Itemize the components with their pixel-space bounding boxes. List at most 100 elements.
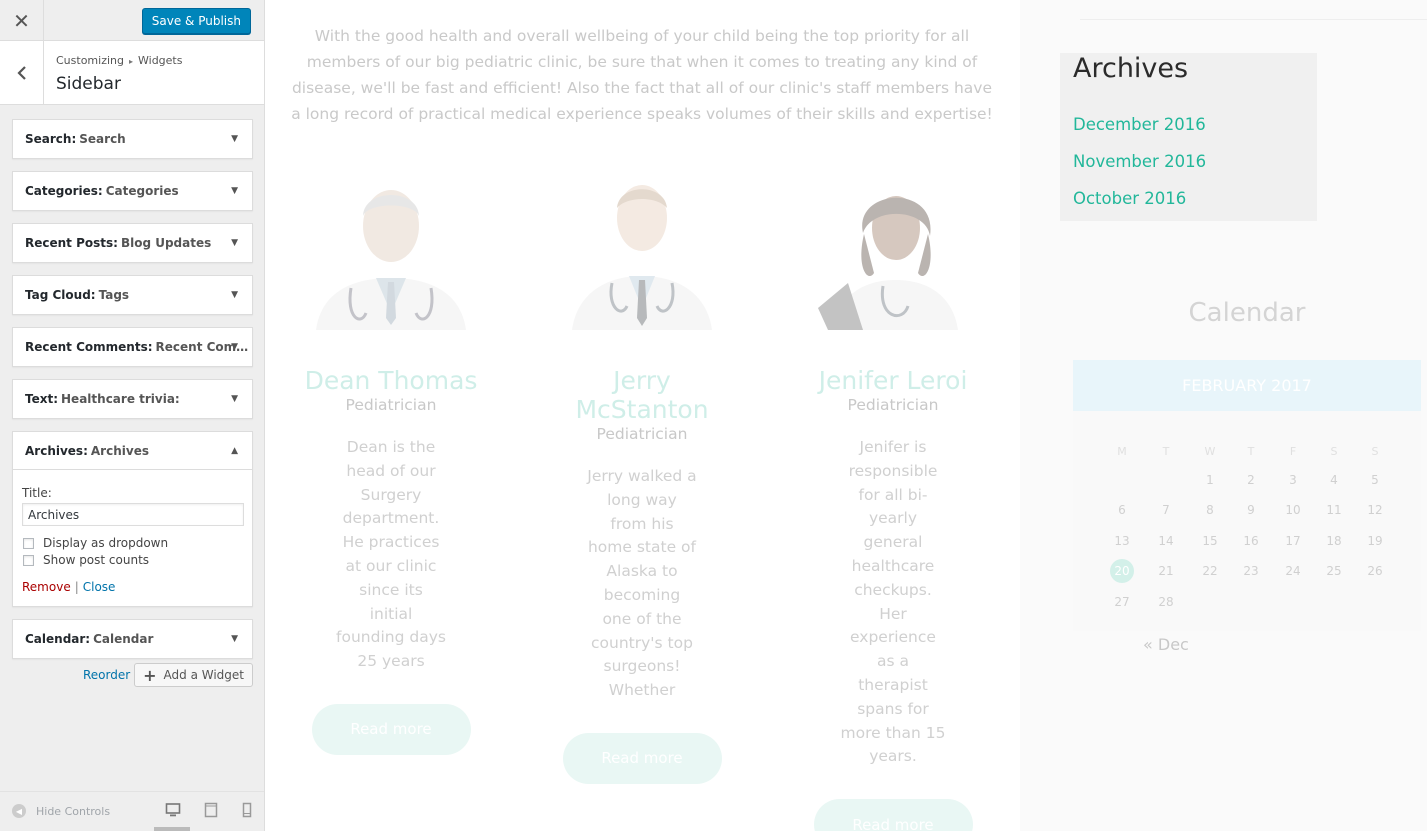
calendar-day: 5 [1371,473,1379,487]
calendar-day: 18 [1326,533,1342,548]
widget-type: Archives: [25,443,88,458]
customizer-panel: ✕ Save & Publish Customizing ▸ Widgets Sid… [0,0,265,831]
hide-controls-button[interactable]: ◀ Hide Controls [12,804,110,818]
calendar-day: 20 [1107,559,1137,584]
mobile-preview-icon[interactable] [239,802,255,818]
calendar-day: 25 [1326,564,1342,579]
weekday-label: M [1117,445,1127,458]
caret-down-icon[interactable]: ▼ [231,290,238,300]
widget-text[interactable]: Text: Healthcare trivia: ▼ [12,379,253,419]
calendar-day: 14 [1158,533,1174,548]
show-post-counts-checkbox[interactable] [23,554,34,566]
weekday-label: T [1162,445,1170,458]
calendar-day: 27 [1114,594,1130,609]
desktop-preview-icon[interactable] [165,802,181,818]
calendar-day: 7 [1162,503,1170,518]
caret-down-icon[interactable]: ▼ [231,186,238,196]
doctor-bio: Jenifer is responsible for all bi-yearly… [840,438,946,766]
caret-down-icon[interactable]: ▼ [231,134,238,144]
doctor-name: Dean Thomas [304,366,478,395]
widget-header[interactable]: Search: Search ▼ [13,120,252,158]
widget-header[interactable]: Archives: Archives ▲ [13,432,252,470]
calendar-day: 10 [1285,503,1301,518]
widget-search[interactable]: Search: Search ▼ [12,119,253,159]
widget-header[interactable]: Tag Cloud: Tags ▼ [13,276,252,314]
calendar-day: 9 [1247,503,1255,518]
chevron-left-icon [16,65,26,80]
calendar-day: 22 [1202,564,1218,579]
widget-type: Recent Posts: [25,236,118,250]
title-input[interactable] [22,503,244,526]
weekday-label: T [1247,445,1255,458]
weekday-label: F [1289,445,1297,458]
add-widget-label: Add a Widget [163,668,244,682]
display-dropdown-checkbox[interactable] [23,537,34,549]
site-preview: With the good health and overall wellbei… [265,0,1427,831]
reorder-link[interactable]: Reorder [83,668,130,682]
widget-tag-cloud[interactable]: Tag Cloud: Tags ▼ [12,275,253,315]
close-icon: ✕ [13,8,30,33]
save-publish-button[interactable]: Save & Publish [141,8,251,34]
read-more-button[interactable]: Read more [311,703,471,755]
add-widget-button[interactable]: + Add a Widget [134,663,253,687]
calendar-day: 1 [1206,473,1214,487]
dropdown-option: Display as dropdown [22,536,243,550]
archive-link[interactable]: November 2016 [1073,152,1206,171]
close-customizer-button[interactable]: ✕ [0,0,44,41]
caret-down-icon[interactable]: ▼ [231,342,238,352]
controls-separator: | [74,580,79,594]
collapse-icon: ◀ [12,804,26,818]
breadcrumb-customizing: Customizing [56,54,124,67]
sidebar-widgets: Archives December 2016 November 2016 Oct… [1020,0,1427,831]
calendar-day: 12 [1367,503,1383,518]
widget-title: Search [79,132,126,146]
calendar-prev-link[interactable]: « Dec [1143,635,1189,654]
calendar-day: 11 [1326,503,1342,518]
widget-title: Categories [105,184,179,198]
widget-title: Healthcare trivia: [61,392,180,406]
tablet-preview-icon[interactable] [203,802,219,818]
doctor-photo [306,178,476,330]
doctor-name: Jerry McStanton [575,366,709,424]
widget-categories[interactable]: Categories: Categories ▼ [12,171,253,211]
widget-header[interactable]: Text: Healthcare trivia: ▼ [13,380,252,418]
close-link[interactable]: Close [83,580,116,594]
caret-down-icon[interactable]: ▼ [231,634,238,644]
doctor-role: Pediatrician [847,396,939,414]
widget-recent-comments[interactable]: Recent Comments: Recent Com… ▼ [12,327,253,367]
remove-link[interactable]: Remove [22,580,71,594]
back-button[interactable] [0,41,44,104]
intro-paragraph: With the good health and overall wellbei… [291,27,993,123]
widget-title: Calendar [93,632,154,646]
widget-header[interactable]: Recent Comments: Recent Com… ▼ [13,328,252,366]
read-more-button[interactable]: Read more [813,799,973,831]
widget-recent-posts[interactable]: Recent Posts: Blog Updates ▼ [12,223,253,263]
widget-type: Categories: [25,184,103,198]
calendar-day: 2 [1247,473,1255,487]
show-post-counts-label: Show post counts [43,553,150,567]
widget-type: Calendar: [25,632,91,646]
calendar-month: FEBRUARY 2017 [1073,360,1421,411]
read-more-button[interactable]: Read more [562,732,722,784]
caret-down-icon[interactable]: ▼ [231,394,238,404]
calendar-day: 19 [1367,533,1383,548]
widget-header[interactable]: Calendar: Calendar ▼ [13,620,252,658]
doctor-bio: Jerry walked a long way from his home st… [587,467,697,700]
breadcrumb: Customizing ▸ Widgets [56,54,182,67]
section-title: Sidebar [56,74,121,94]
customizer-footer: ◀ Hide Controls [0,791,264,831]
doctor-name: Jenifer Leroi [818,366,968,395]
archive-link[interactable]: October 2016 [1073,189,1186,208]
widget-type: Text: [25,392,59,406]
calendar-title: Calendar [1188,298,1306,328]
archive-link[interactable]: December 2016 [1073,115,1206,134]
widget-calendar[interactable]: Calendar: Calendar ▼ [12,619,253,659]
doctor-role: Pediatrician [596,425,688,443]
widget-header[interactable]: Recent Posts: Blog Updates ▼ [13,224,252,262]
post-counts-option: Show post counts [22,553,243,567]
caret-down-icon[interactable]: ▼ [231,238,238,248]
weekday-label: S [1330,445,1338,458]
widget-archives[interactable]: Archives: Archives ▲ Title: Display as d… [12,431,253,607]
caret-up-icon[interactable]: ▲ [231,446,238,456]
widget-header[interactable]: Categories: Categories ▼ [13,172,252,210]
